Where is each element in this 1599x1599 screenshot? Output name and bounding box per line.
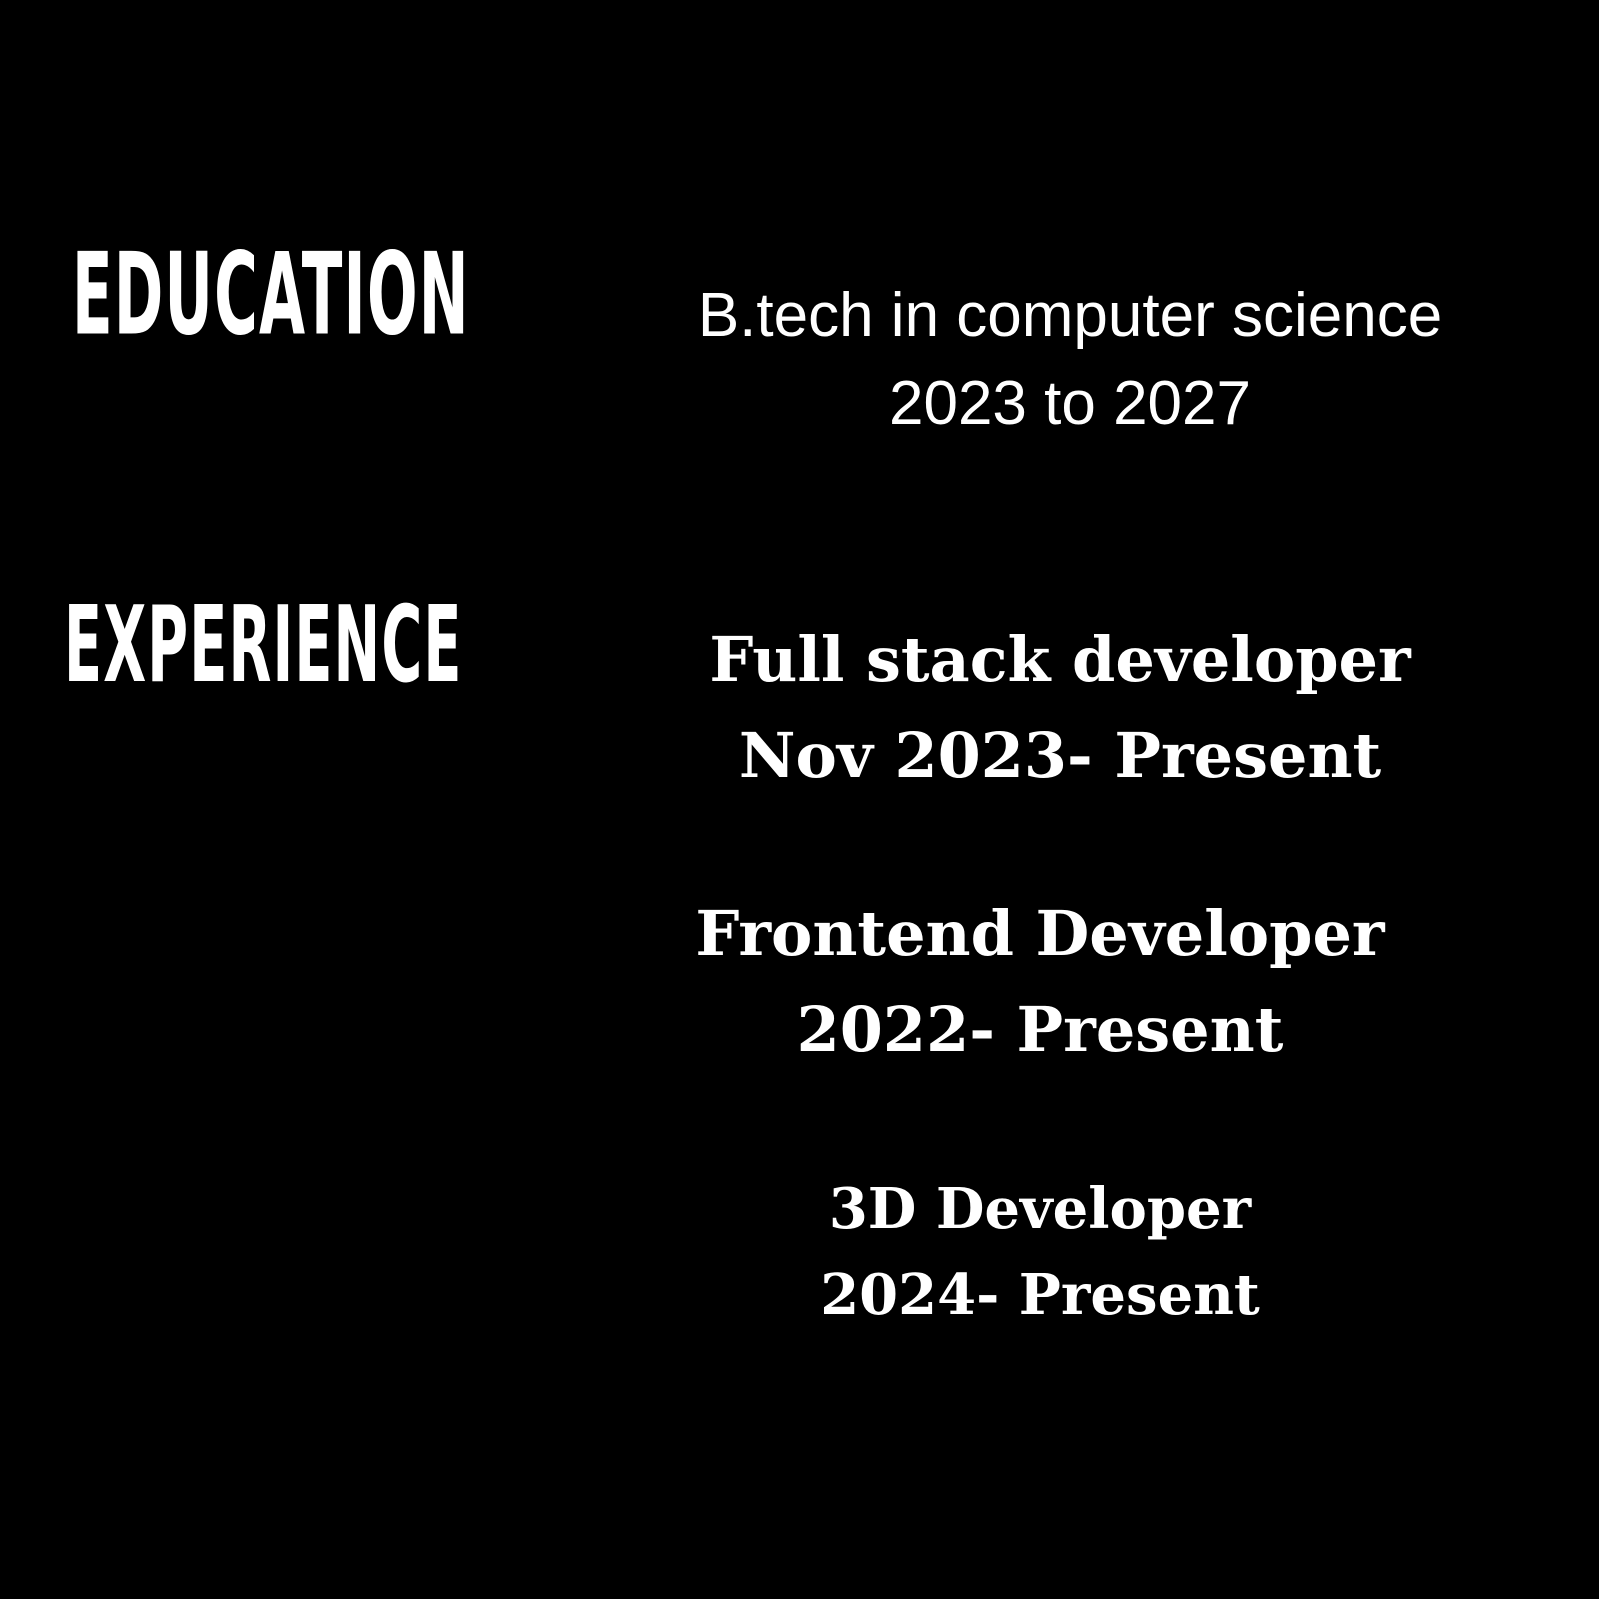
- education-degree: B.tech in computer science: [697, 281, 1443, 350]
- education-heading: EDUCATION: [72, 228, 470, 361]
- experience-entry: Full stack developer Nov 2023- Present: [660, 612, 1460, 804]
- experience-period: 2024- Present: [820, 1262, 1260, 1328]
- experience-period: Nov 2023- Present: [738, 719, 1382, 792]
- experience-role: Full stack developer: [709, 623, 1411, 696]
- experience-entry: 3D Developer 2024- Present: [640, 1166, 1440, 1338]
- experience-period: 2022- Present: [796, 993, 1284, 1066]
- experience-entry: Frontend Developer 2022- Present: [640, 886, 1440, 1078]
- education-entry: B.tech in computer science 2023 to 2027: [640, 272, 1500, 448]
- education-period: 2023 to 2027: [888, 369, 1251, 438]
- experience-role: Frontend Developer: [695, 897, 1385, 970]
- experience-heading: EXPERIENCE: [64, 583, 463, 707]
- experience-role: 3D Developer: [828, 1176, 1252, 1242]
